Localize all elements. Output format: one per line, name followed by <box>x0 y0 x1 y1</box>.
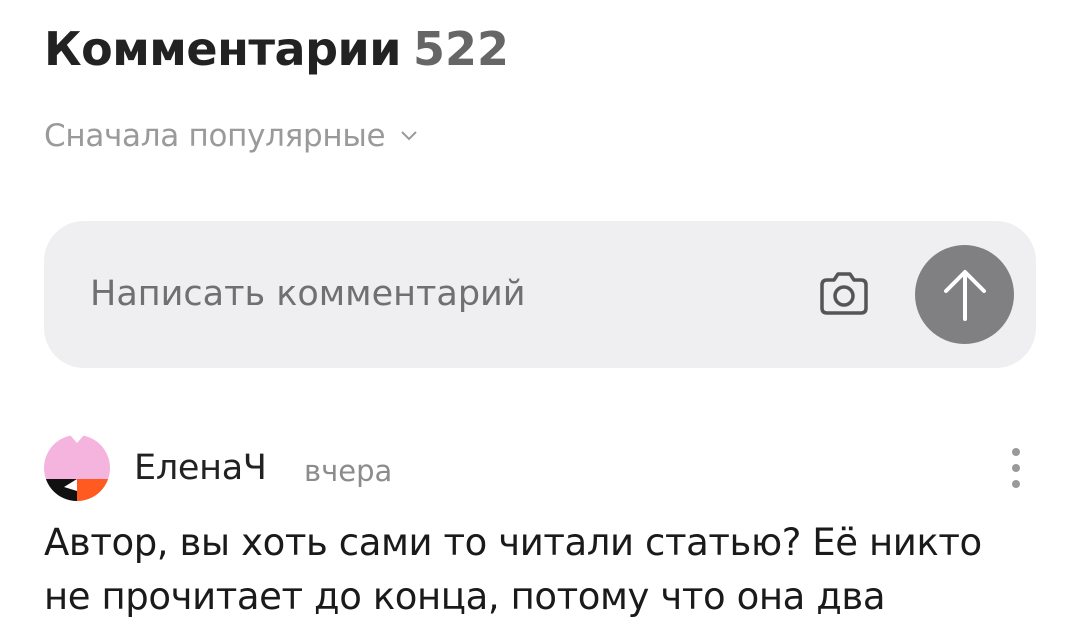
sort-label: Сначала популярные <box>44 118 386 154</box>
comments-title: Комментарии <box>44 22 401 76</box>
comment-text-line: Автор, вы хоть сами то читали статью? Её… <box>44 521 982 564</box>
comment-author[interactable]: ЕленаЧ <box>134 448 267 488</box>
comment-input[interactable] <box>90 269 730 319</box>
comment-text-line: не прочитает до конца, потому что она дв… <box>44 575 886 618</box>
more-vertical-icon[interactable] <box>1006 446 1026 490</box>
camera-icon[interactable] <box>814 265 874 325</box>
chevron-down-icon <box>399 129 419 143</box>
arrow-up-icon <box>943 269 986 321</box>
comment-composer <box>44 221 1036 368</box>
comment-text: Автор, вы хоть сами то читали статью? Её… <box>44 516 1044 624</box>
comment-time: вчера <box>304 454 393 488</box>
sort-dropdown[interactable]: Сначала популярные <box>44 118 419 154</box>
avatar[interactable] <box>44 435 110 501</box>
comments-count: 522 <box>412 22 510 76</box>
send-button[interactable] <box>915 245 1014 344</box>
comments-header: Комментарии 522 <box>44 22 509 76</box>
